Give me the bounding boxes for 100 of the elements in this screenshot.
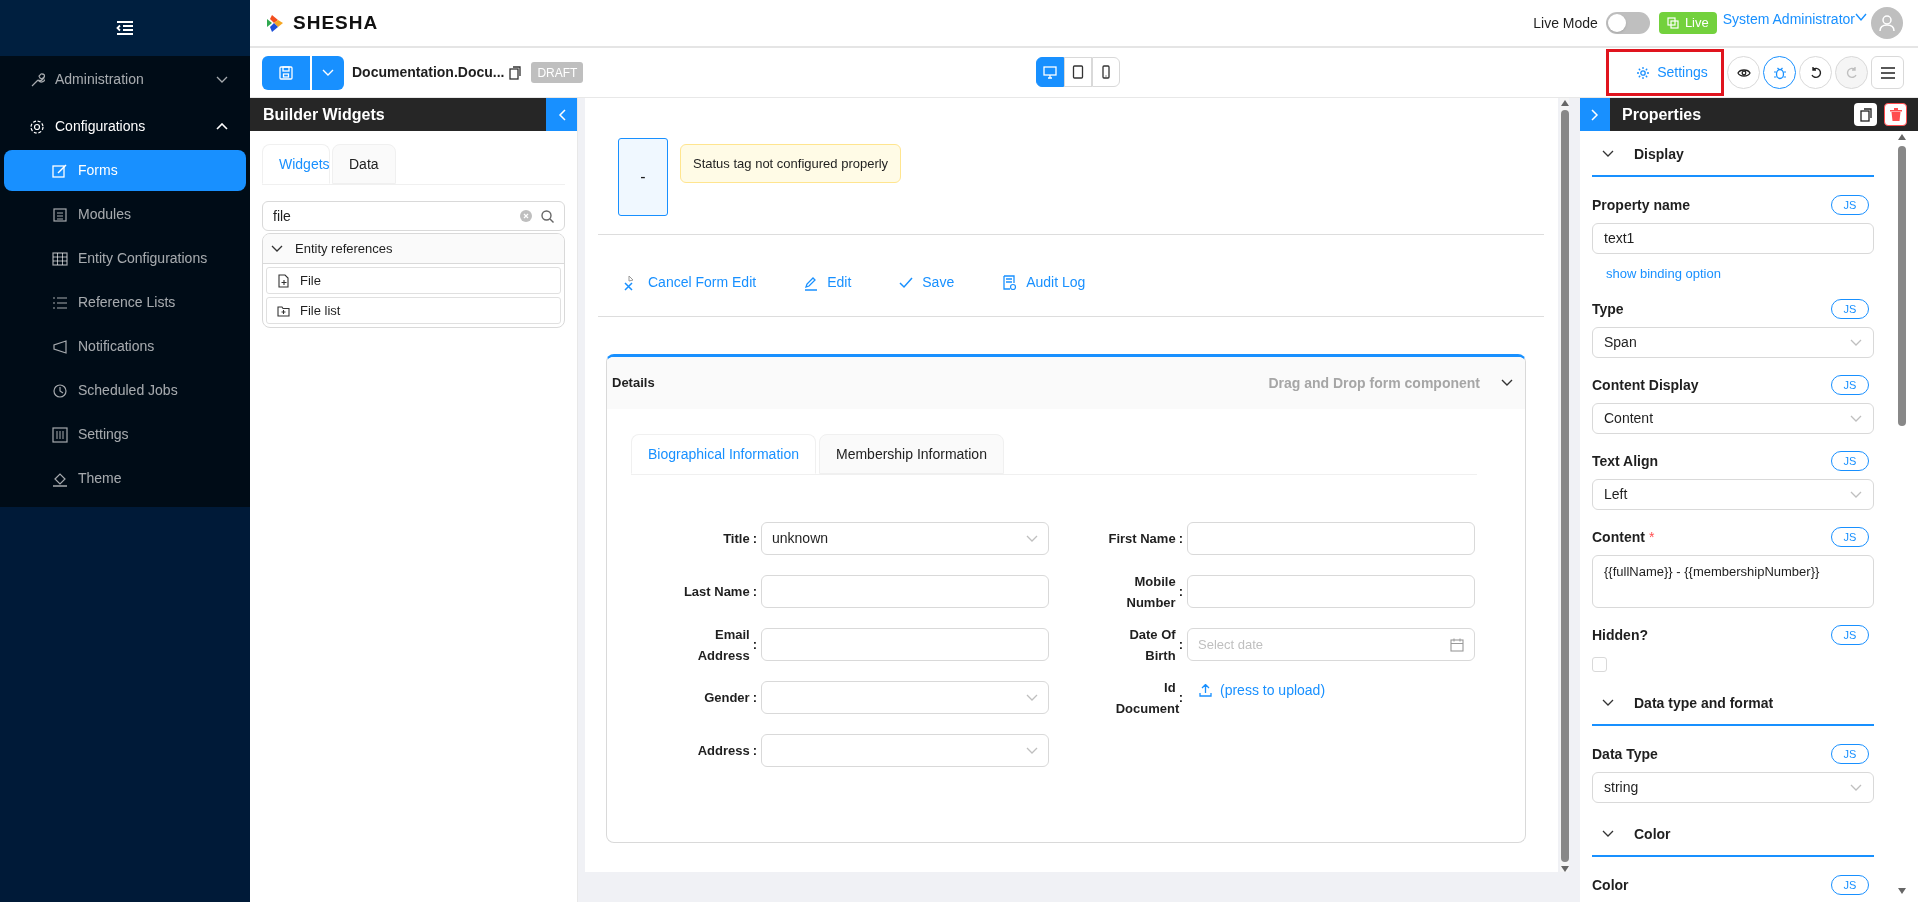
save-icon — [279, 65, 293, 80]
chevron-down-icon — [322, 68, 334, 77]
tab[interactable]: Data — [332, 144, 396, 184]
input-field[interactable]: text1 — [1592, 223, 1874, 254]
form-name: Documentation.Docu... — [352, 63, 505, 82]
tab[interactable]: Membership Information — [819, 434, 1004, 474]
logo-icon — [265, 13, 285, 33]
chevron-down-icon — [1850, 338, 1862, 347]
menu-item[interactable]: Administration — [0, 56, 250, 103]
group-header[interactable]: Entity references — [263, 234, 564, 264]
bug-icon — [1772, 65, 1787, 80]
label-colon: : — [752, 635, 757, 654]
property-label: Content — [1592, 527, 1645, 547]
live-mode-toggle[interactable] — [1605, 12, 1650, 34]
section-header[interactable]: Data type and format — [1592, 682, 1874, 726]
search-icon[interactable] — [541, 209, 554, 223]
menu-item[interactable]: Theme — [4, 458, 246, 499]
chevron-down-icon — [1602, 830, 1614, 838]
menu-item[interactable]: Notifications — [4, 326, 246, 367]
property-label: Color — [1592, 875, 1629, 895]
settings-icon — [29, 118, 45, 135]
required-mark: * — [1648, 527, 1655, 547]
scroll-up-icon[interactable] — [1560, 100, 1569, 106]
collapse-button[interactable] — [546, 98, 577, 131]
input-field[interactable] — [761, 575, 1049, 608]
menu-item[interactable]: Scheduled Jobs — [4, 370, 246, 411]
widget-item[interactable]: File — [266, 267, 561, 294]
property-label: Property name — [1592, 195, 1691, 215]
scroll-down-icon[interactable] — [1560, 866, 1569, 872]
chevron-down-icon — [1850, 783, 1862, 792]
save-options-button[interactable] — [312, 55, 344, 90]
folder-icon — [277, 303, 290, 318]
label-colon: : — [1178, 635, 1183, 654]
input-field[interactable] — [1187, 522, 1475, 555]
audit-log-icon — [1002, 274, 1018, 291]
copy-button[interactable] — [1854, 103, 1877, 126]
field-label: Date Of Birth — [1128, 625, 1176, 665]
clear-icon[interactable] — [520, 210, 532, 222]
widget-item[interactable]: File list — [266, 297, 561, 324]
menu-item[interactable]: Reference Lists — [4, 282, 246, 323]
delete-button[interactable] — [1884, 103, 1907, 126]
upload-icon — [1199, 684, 1212, 697]
table-icon — [52, 250, 68, 267]
scrollbar[interactable] — [1560, 98, 1569, 872]
select-field[interactable] — [761, 681, 1049, 714]
chevron-down-icon — [1602, 150, 1614, 158]
scroll-down-icon[interactable] — [1897, 888, 1906, 894]
phone-icon — [1099, 65, 1113, 79]
select-field[interactable]: unknown — [761, 522, 1049, 555]
select-field[interactable]: Content — [1592, 403, 1874, 434]
settings-icon — [1636, 65, 1651, 80]
save-button[interactable] — [262, 55, 310, 90]
chevron-down-icon — [1026, 693, 1038, 702]
menu-fold-icon[interactable] — [116, 20, 134, 36]
chevron-down-icon — [1026, 746, 1038, 755]
menu-item[interactable]: Configurations — [0, 103, 250, 150]
property-label: Type — [1592, 299, 1624, 319]
edit-icon — [52, 162, 68, 179]
input-field[interactable] — [761, 628, 1049, 661]
calendar-icon — [1450, 637, 1464, 652]
panel-title: Properties — [1621, 104, 1703, 125]
select-field[interactable]: string — [1592, 772, 1874, 803]
checkbox[interactable] — [1592, 657, 1607, 672]
field-label: First Name — [1108, 530, 1176, 548]
label-colon: : — [1178, 529, 1183, 548]
scroll-up-icon[interactable] — [1897, 134, 1906, 140]
check-icon — [899, 276, 914, 289]
label-colon: : — [1178, 582, 1183, 601]
input-field[interactable] — [1187, 575, 1475, 608]
select-field[interactable] — [761, 734, 1049, 767]
select-field[interactable]: Left — [1592, 479, 1874, 510]
menu-item[interactable]: Entity Configurations — [4, 238, 246, 279]
copy-icon — [1666, 17, 1679, 29]
field-label: Address — [697, 742, 750, 760]
field-label: Gender — [704, 689, 750, 707]
sliders-icon — [52, 426, 68, 443]
chevron-down-icon — [271, 244, 283, 253]
scrollbar[interactable] — [1897, 134, 1906, 894]
avatar[interactable] — [1871, 7, 1903, 39]
panel-title: Details — [612, 374, 656, 393]
menu-item[interactable]: Settings — [4, 414, 246, 455]
chevron-left-icon — [557, 108, 566, 121]
section-header[interactable]: Display — [1592, 133, 1874, 177]
menu-item[interactable]: Modules — [4, 194, 246, 235]
copy-icon[interactable] — [509, 65, 522, 80]
label-colon: : — [752, 688, 757, 707]
property-label: Data Type — [1592, 744, 1658, 764]
section-header[interactable]: Color — [1592, 813, 1874, 857]
select-field[interactable]: Span — [1592, 327, 1874, 358]
list-icon — [52, 294, 68, 311]
chevron-down-icon[interactable] — [1501, 379, 1513, 387]
text-area[interactable]: {{fullName}} - {{membershipNumber}} — [1592, 555, 1874, 608]
chevron-down-icon — [1602, 699, 1614, 707]
search-field[interactable]: file — [262, 201, 565, 231]
expand-button[interactable] — [1580, 98, 1610, 131]
menu-button[interactable] — [1871, 56, 1904, 89]
file-icon — [277, 273, 290, 288]
field-label: Title — [723, 530, 750, 548]
status-badge: DRAFT — [531, 62, 584, 83]
field-label: Email Address — [696, 625, 750, 665]
